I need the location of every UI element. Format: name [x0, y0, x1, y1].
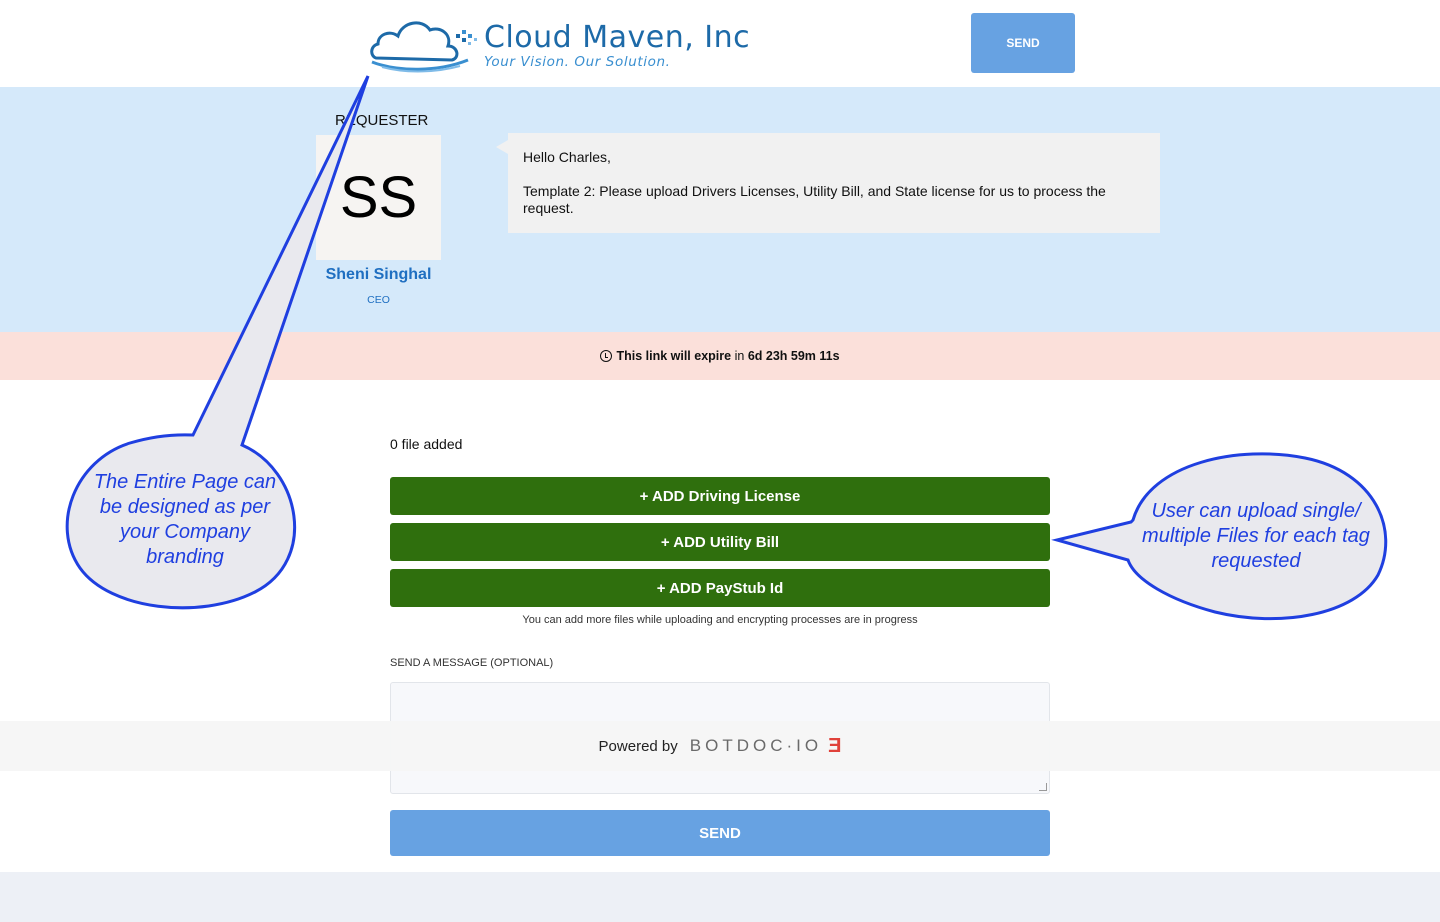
callout-shapes	[65, 75, 1388, 621]
right-callout-text: User can upload single/ multiple Files f…	[1142, 500, 1370, 572]
left-callout-text: The Entire Page can be designed as per y…	[93, 471, 277, 568]
